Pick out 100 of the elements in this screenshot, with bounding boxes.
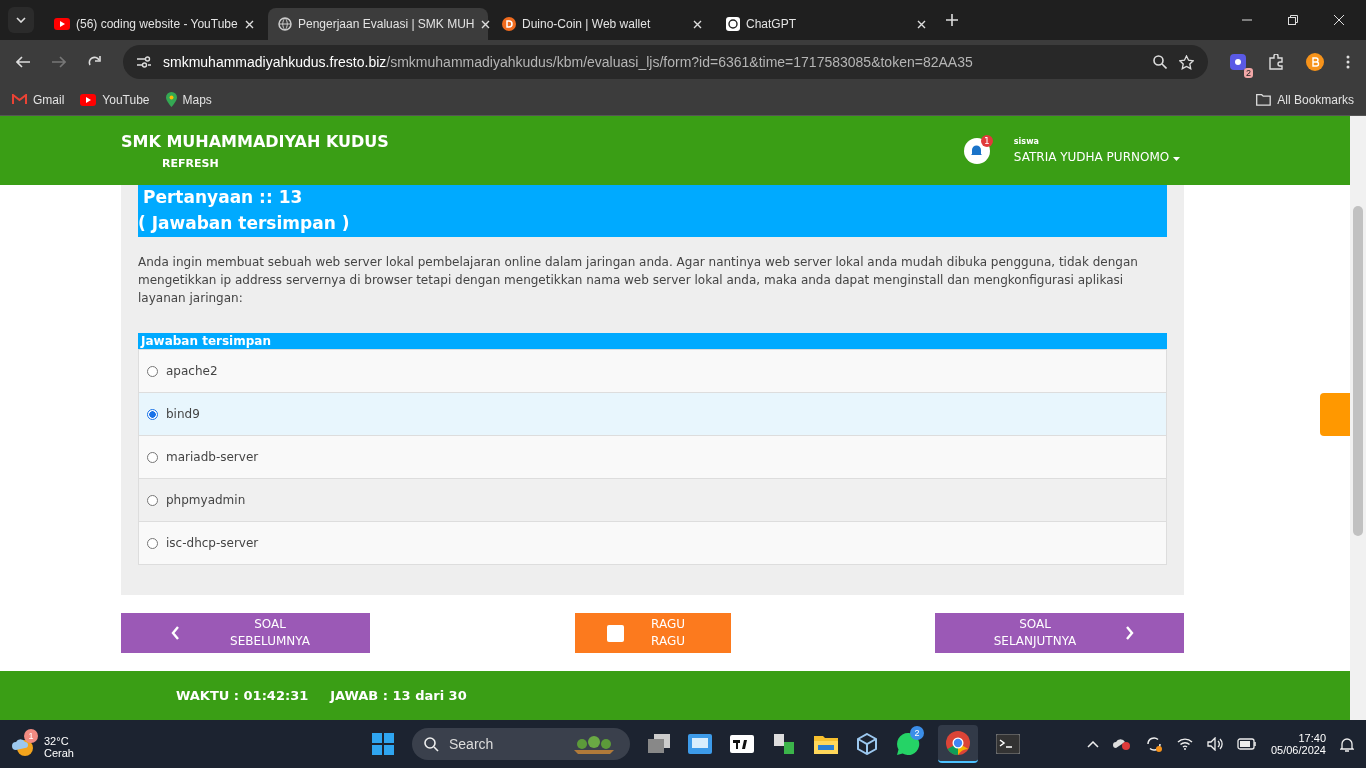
weather-badge: 1 <box>24 729 38 743</box>
option-label: mariadb-server <box>166 450 259 464</box>
scrollbar-thumb[interactable] <box>1353 206 1363 536</box>
answer-option[interactable]: isc-dhcp-server <box>139 521 1166 564</box>
bookmark-label: All Bookmarks <box>1277 92 1354 107</box>
weather-widget[interactable]: 1 32°C Cerah <box>12 729 74 759</box>
scrollbar[interactable] <box>1350 116 1366 720</box>
next-question-button[interactable]: SOAL SELANJUTNYA <box>935 613 1184 653</box>
radio-button[interactable] <box>147 451 158 463</box>
search-placeholder: Search <box>448 736 495 752</box>
terminal-icon[interactable] <box>995 734 1020 754</box>
caret-icon <box>1173 157 1180 161</box>
new-tab-icon[interactable] <box>946 14 958 26</box>
extension-logo-icon[interactable] <box>1230 54 1246 70</box>
checkbox[interactable] <box>607 624 624 642</box>
notification-badge: 1 <box>980 134 993 147</box>
user-name: SATRIA YUDHA PURNOMO <box>1013 150 1180 164</box>
chevron-right-icon <box>1125 626 1134 640</box>
answered-count: JAWAB : 13 dari 30 <box>330 688 467 703</box>
answer-option[interactable]: mariadb-server <box>139 435 1166 478</box>
windows-start-icon[interactable] <box>371 733 394 755</box>
forward-arrow-icon[interactable] <box>52 56 66 68</box>
weather-condition: Cerah <box>44 747 74 759</box>
zoom-icon[interactable] <box>1153 55 1167 69</box>
close-icon[interactable] <box>480 19 490 29</box>
saved-status: ( Jawaban tersimpan ) <box>138 213 351 233</box>
browser-taskbar-button[interactable] <box>937 725 978 763</box>
bitcoin-logo-icon[interactable] <box>1306 53 1324 71</box>
bookmark-link[interactable]: Gmail <box>12 92 65 107</box>
tab-title: Pengerjaan Evaluasi | SMK MUH <box>298 17 475 31</box>
speaker-icon[interactable] <box>1206 737 1223 751</box>
chevron-left-icon <box>171 626 180 640</box>
browser-tab[interactable]: ChatGPT <box>716 8 936 40</box>
puzzle-piece-icon[interactable] <box>1268 54 1284 70</box>
bell-icon <box>970 144 984 157</box>
temperature: 32°C <box>44 735 70 747</box>
wifi-icon[interactable] <box>1176 738 1193 750</box>
notification-button[interactable]: 1 <box>963 137 990 164</box>
bell-icon[interactable] <box>1340 736 1354 752</box>
question-text: Anda ingin membuat sebuah web server lokal pembelajaran online dalam jaringan anda. Agar nantinya web server lokal anda mudah dibuka pengguna, tidak dengan mengetikkan ip address servernya di browser tetapi dengan mengetikkan nama web server lokal anda, maka anda dapat menginstall dan mengkonfigurasi aplikasi layanan jaringan: <box>138 254 1139 307</box>
site-settings-icon[interactable] <box>137 56 151 68</box>
option-label: phpmyadmin <box>166 493 246 507</box>
restore-icon[interactable] <box>1288 15 1298 25</box>
sync-icon[interactable] <box>1144 735 1163 753</box>
tab-title: (56) coding website - YouTube <box>76 17 239 31</box>
url-text: smkmuhammadiyahkudus.fresto.biz/smkmuhammadiyahkudus/kbm/evaluasi_ljs/form?id=6361&time=1717583085&token=82AA35 <box>163 54 973 70</box>
radio-button[interactable] <box>147 365 158 377</box>
close-icon[interactable] <box>245 19 254 29</box>
browser-logo-icon <box>945 731 970 755</box>
map-pin-icon <box>165 92 177 107</box>
task-view-icon[interactable] <box>647 734 670 754</box>
folder-icon <box>1256 93 1272 106</box>
cloud-error-icon[interactable] <box>1112 737 1131 751</box>
all-bookmarks-link[interactable]: All Bookmarks <box>1256 92 1354 107</box>
answer-option[interactable]: bind9 <box>139 392 1166 435</box>
time-remaining: WAKTU : 01:42:31 <box>176 688 309 703</box>
bookmark-link[interactable]: Maps <box>165 92 212 107</box>
coin-logo-icon <box>502 17 516 31</box>
chat-bubble-icon[interactable] <box>895 732 920 756</box>
transfer-app-icon[interactable] <box>771 732 796 756</box>
clock-date: 05/06/2024 <box>1270 744 1326 756</box>
answers-header: Jawaban tersimpan <box>138 333 1167 349</box>
globe-icon <box>278 17 292 31</box>
search-icon <box>423 736 439 752</box>
mail-logo-icon <box>12 94 27 105</box>
play-logo-icon <box>80 93 97 106</box>
tab-title: Duino-Coin | Web wallet <box>522 17 652 31</box>
more-options-icon[interactable] <box>1346 55 1350 69</box>
tab-search-button[interactable] <box>8 7 34 33</box>
cube-icon[interactable] <box>855 733 878 755</box>
folder-icon[interactable] <box>813 734 838 754</box>
close-icon[interactable] <box>917 19 926 29</box>
chevron-up-icon[interactable] <box>1086 740 1099 748</box>
previous-question-button[interactable]: SOAL SEBELUMNYA <box>121 613 370 653</box>
play-logo-icon <box>54 18 70 30</box>
bookmark-label: YouTube <box>102 92 150 107</box>
extension-badge: 2 <box>1244 68 1253 78</box>
clock-time: 17:40 <box>1298 732 1326 744</box>
bookmark-link[interactable]: YouTube <box>80 92 150 107</box>
radio-button[interactable] <box>147 494 158 506</box>
browser-tab[interactable]: Pengerjaan Evaluasi | SMK MUH <box>268 8 488 40</box>
browser-tab[interactable]: Duino-Coin | Web wallet <box>492 8 712 40</box>
back-arrow-icon[interactable] <box>16 56 30 68</box>
tv-logo-icon[interactable] <box>729 735 754 753</box>
answer-option[interactable]: apache2 <box>139 349 1166 392</box>
address-bar[interactable]: smkmuhammadiyahkudus.fresto.biz/smkmuhammadiyahkudus/kbm/evaluasi_ljs/form?id=6361&time=1717583085&token=82AA35 <box>123 45 1208 79</box>
bookmark-label: Gmail <box>33 92 65 107</box>
battery-icon[interactable] <box>1236 738 1257 750</box>
tab-title: ChatGPT <box>746 17 797 31</box>
browser-tab[interactable]: (56) coding website - YouTube <box>44 8 264 40</box>
radio-button[interactable] <box>147 408 158 420</box>
option-label: bind9 <box>166 407 200 421</box>
photo-app-icon[interactable] <box>687 734 712 754</box>
close-icon[interactable] <box>693 19 702 29</box>
close-icon[interactable] <box>1334 15 1344 25</box>
bookmark-label: Maps <box>182 92 212 107</box>
star-icon[interactable] <box>1179 54 1194 70</box>
taskbar-search-field[interactable]: Search <box>411 728 630 760</box>
option-label: isc-dhcp-server <box>166 536 259 550</box>
radio-button[interactable] <box>147 537 158 549</box>
